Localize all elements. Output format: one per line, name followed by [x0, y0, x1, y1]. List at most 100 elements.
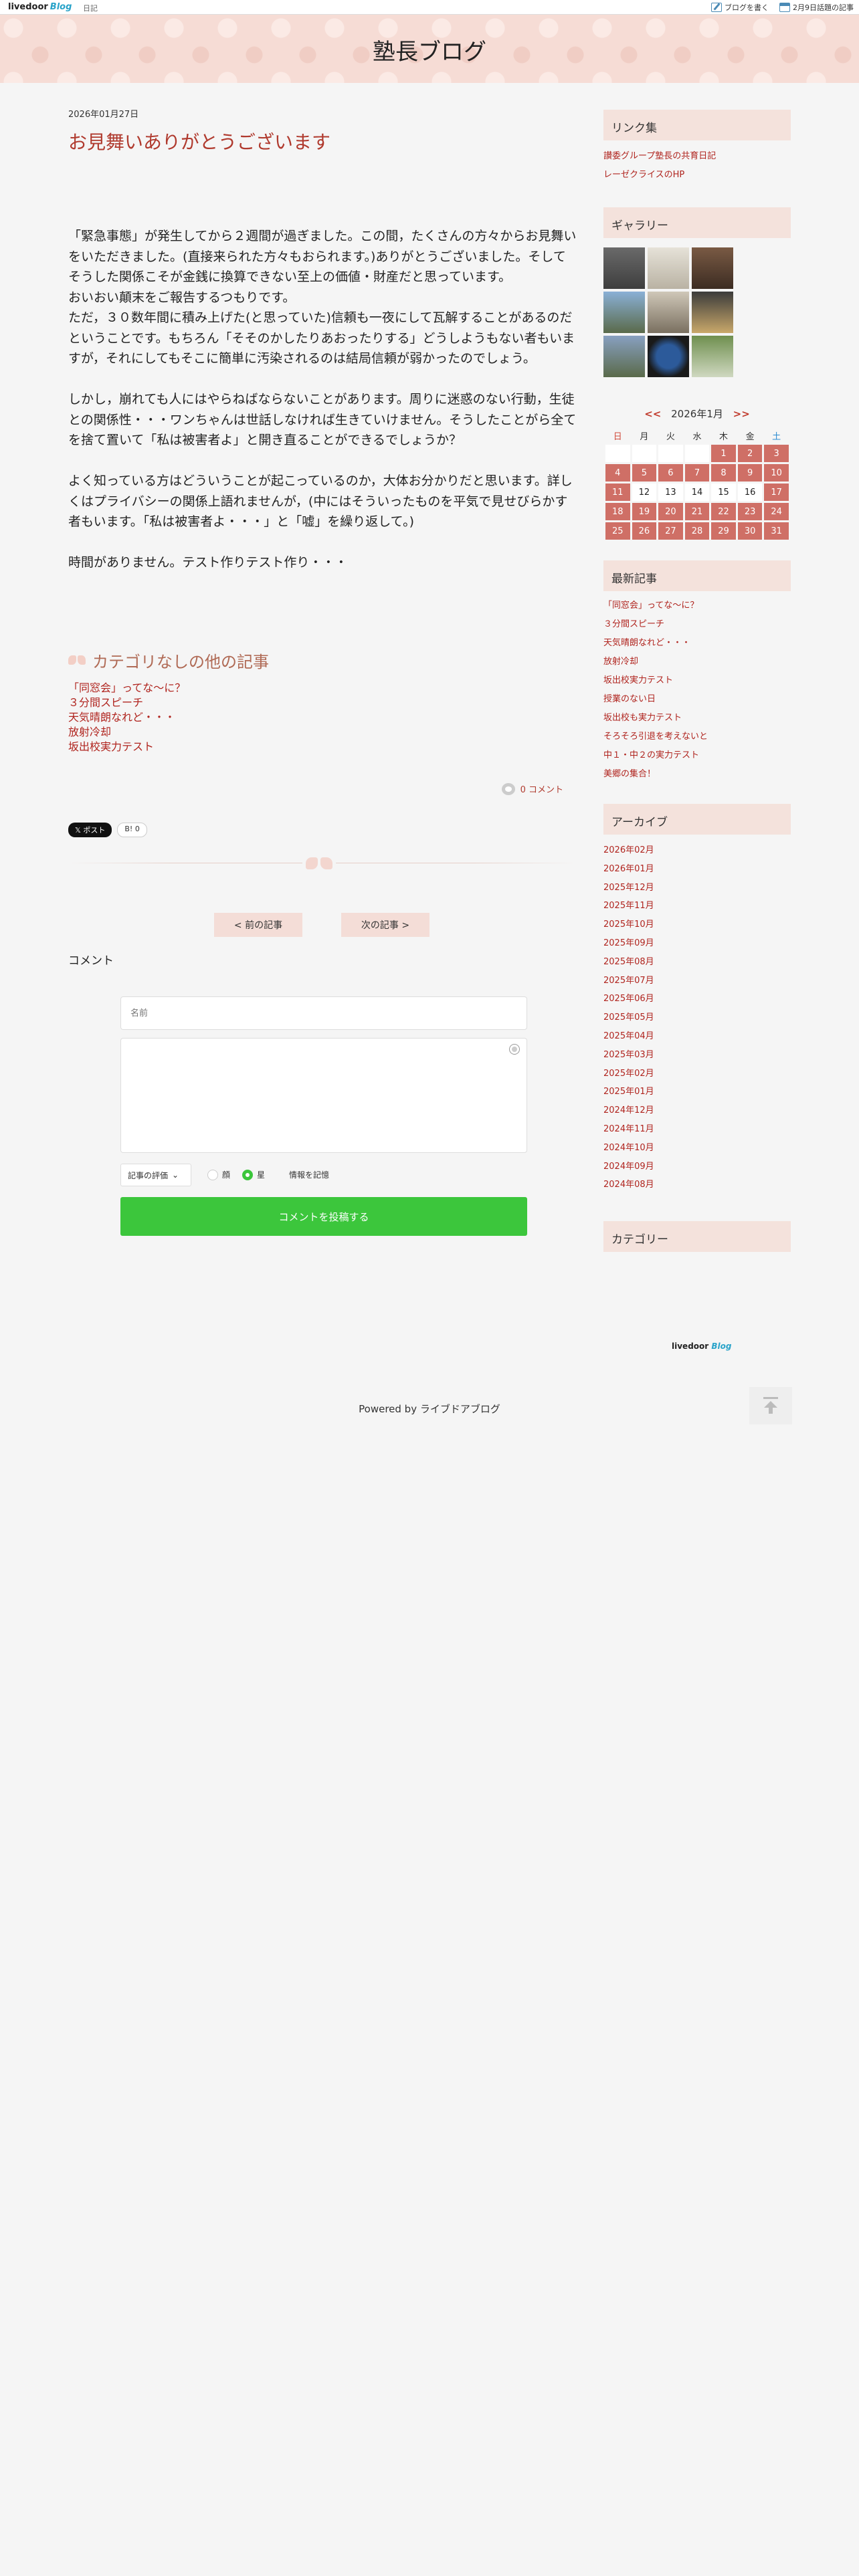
archive-link[interactable]: 2024年08月: [603, 1176, 791, 1194]
calendar-day-with-post[interactable]: 6: [658, 464, 683, 481]
recent-post-link[interactable]: 美郷の集合！: [603, 765, 791, 784]
recent-post-link[interactable]: 天気晴朗なれど・・・: [603, 634, 791, 653]
calendar-day-with-post[interactable]: 2: [737, 445, 763, 462]
calendar-day-with-post[interactable]: 17: [764, 484, 789, 501]
site-title[interactable]: 塾長ブログ: [0, 33, 859, 66]
calendar-empty-cell: [658, 445, 683, 462]
recent-post-link[interactable]: 「同窓会」ってな〜に？: [603, 597, 791, 615]
submit-comment-button[interactable]: コメントを投稿する: [120, 1197, 527, 1236]
diary-link[interactable]: 日記: [83, 3, 98, 13]
sidebar-link[interactable]: レーゼクライスのHP: [603, 166, 791, 185]
emoji-icon[interactable]: [509, 1044, 520, 1055]
calendar-day-with-post[interactable]: 31: [764, 522, 789, 540]
list-item[interactable]: 「同窓会」ってな〜に？: [68, 681, 185, 695]
remember-checkbox[interactable]: 情報を記憶: [277, 1169, 329, 1180]
archive-link[interactable]: 2024年11月: [603, 1120, 791, 1139]
post-title[interactable]: お見舞いありがとうございます: [68, 128, 577, 154]
gallery-thumbnail[interactable]: [692, 336, 733, 377]
list-item[interactable]: 坂出校実力テスト: [68, 740, 185, 754]
recent-post-link[interactable]: 坂出校実力テスト: [603, 671, 791, 690]
archive-link[interactable]: 2025年09月: [603, 934, 791, 953]
calendar-day-with-post[interactable]: 11: [605, 484, 630, 501]
archive-link[interactable]: 2025年01月: [603, 1083, 791, 1101]
radio-star[interactable]: 星: [242, 1169, 265, 1180]
recent-post-link[interactable]: 放射冷却: [603, 653, 791, 671]
calendar-day-with-post[interactable]: 4: [605, 464, 630, 481]
archive-link[interactable]: 2025年03月: [603, 1046, 791, 1065]
calendar-day-with-post[interactable]: 1: [711, 445, 736, 462]
archive-link[interactable]: 2024年12月: [603, 1101, 791, 1120]
recent-post-link[interactable]: 中１・中２の実力テスト: [603, 746, 791, 765]
radio-face[interactable]: 顔: [207, 1169, 230, 1180]
archive-link[interactable]: 2025年02月: [603, 1065, 791, 1083]
gallery-thumbnail[interactable]: [692, 292, 733, 333]
calendar-day-with-post[interactable]: 8: [711, 464, 736, 481]
archive-link[interactable]: 2024年09月: [603, 1158, 791, 1176]
gallery-thumbnail[interactable]: [603, 336, 645, 377]
list-item[interactable]: ３分間スピーチ: [68, 695, 185, 710]
gallery-thumbnail[interactable]: [648, 247, 689, 289]
name-input[interactable]: [120, 996, 527, 1030]
calendar-day-with-post[interactable]: 27: [658, 522, 683, 540]
calendar-day-with-post[interactable]: 26: [632, 522, 657, 540]
calendar-day-with-post[interactable]: 9: [737, 464, 763, 481]
next-post-button[interactable]: 次の記事 >: [341, 913, 430, 937]
calendar-prev-button[interactable]: <<: [644, 408, 661, 420]
calendar-day-with-post[interactable]: 21: [684, 503, 710, 520]
calendar-day-with-post[interactable]: 24: [764, 503, 789, 520]
calendar-day-with-post[interactable]: 25: [605, 522, 630, 540]
list-item[interactable]: 放射冷却: [68, 725, 185, 740]
archive-link[interactable]: 2025年12月: [603, 879, 791, 897]
recent-post-link[interactable]: 授業のない日: [603, 690, 791, 709]
archive-link[interactable]: 2024年10月: [603, 1139, 791, 1158]
footer-livedoor-logo[interactable]: livedoor Blog: [672, 1341, 731, 1351]
post-paragraph: しかし，崩れても人にはやらねばならないことがあります。周りに迷惑のない行動，生徒…: [68, 392, 577, 447]
x-post-button[interactable]: 𝕏 ポスト: [68, 823, 112, 837]
archive-link[interactable]: 2026年01月: [603, 860, 791, 879]
calendar-day-with-post[interactable]: 20: [658, 503, 683, 520]
calendar-day-with-post[interactable]: 10: [764, 464, 789, 481]
gallery-thumbnail[interactable]: [648, 336, 689, 377]
archive-link[interactable]: 2026年02月: [603, 841, 791, 860]
archive-link[interactable]: 2025年04月: [603, 1027, 791, 1046]
calendar-day-with-post[interactable]: 23: [737, 503, 763, 520]
calendar-day-with-post[interactable]: 18: [605, 503, 630, 520]
gallery-thumbnail[interactable]: [692, 247, 733, 289]
back-to-top-button[interactable]: [749, 1387, 792, 1424]
calendar-table: 日月火水木金土 1 2 3 4 5 6 7 8 9 10 11 12 13 14 15 16 17 18 19 20 2…: [603, 426, 791, 542]
archive-link[interactable]: 2025年05月: [603, 1008, 791, 1027]
livedoor-blog-logo[interactable]: livedoor Blog: [8, 2, 72, 12]
write-blog-link[interactable]: ブログを書く: [711, 2, 769, 13]
calendar-day-with-post[interactable]: 28: [684, 522, 710, 540]
powered-by[interactable]: Powered by ライブドアブログ: [0, 1402, 859, 1416]
prev-post-button[interactable]: < 前の記事: [214, 913, 302, 937]
archive-link[interactable]: 2025年07月: [603, 972, 791, 990]
rating-select[interactable]: 記事の評価 ⌄: [120, 1164, 191, 1186]
recent-post-link[interactable]: 坂出校も実力テスト: [603, 709, 791, 728]
calendar-next-button[interactable]: >>: [733, 408, 750, 420]
archive-link[interactable]: 2025年10月: [603, 916, 791, 934]
calendar-day-with-post[interactable]: 19: [632, 503, 657, 520]
comment-count-link[interactable]: 0 コメント: [501, 782, 563, 795]
calendar-weekday: 月: [640, 431, 649, 442]
calendar-day-with-post[interactable]: 7: [684, 464, 710, 481]
calendar-day-with-post[interactable]: 22: [711, 503, 736, 520]
recent-post-link[interactable]: ３分間スピーチ: [603, 615, 791, 634]
list-item[interactable]: 天気晴朗なれど・・・: [68, 710, 185, 725]
calendar-day-with-post[interactable]: 29: [711, 522, 736, 540]
comment-textarea[interactable]: [120, 1038, 527, 1153]
hatena-bookmark-button[interactable]: B! 0: [117, 823, 147, 837]
archive-link[interactable]: 2025年08月: [603, 953, 791, 972]
archive-link[interactable]: 2025年11月: [603, 897, 791, 916]
gallery-thumbnail[interactable]: [648, 292, 689, 333]
sidebar-link[interactable]: 讃委グループ塾長の共育日記: [603, 147, 791, 166]
calendar-day-with-post[interactable]: 3: [764, 445, 789, 462]
gallery-grid: [603, 247, 791, 377]
gallery-thumbnail[interactable]: [603, 247, 645, 289]
calendar-day-with-post[interactable]: 30: [737, 522, 763, 540]
recent-post-link[interactable]: そろそろ引退を考えないと: [603, 728, 791, 746]
archive-link[interactable]: 2025年06月: [603, 990, 791, 1008]
calendar-day-with-post[interactable]: 5: [632, 464, 657, 481]
gallery-thumbnail[interactable]: [603, 292, 645, 333]
topic-articles-link[interactable]: 2月9日話題の記事: [779, 2, 854, 13]
